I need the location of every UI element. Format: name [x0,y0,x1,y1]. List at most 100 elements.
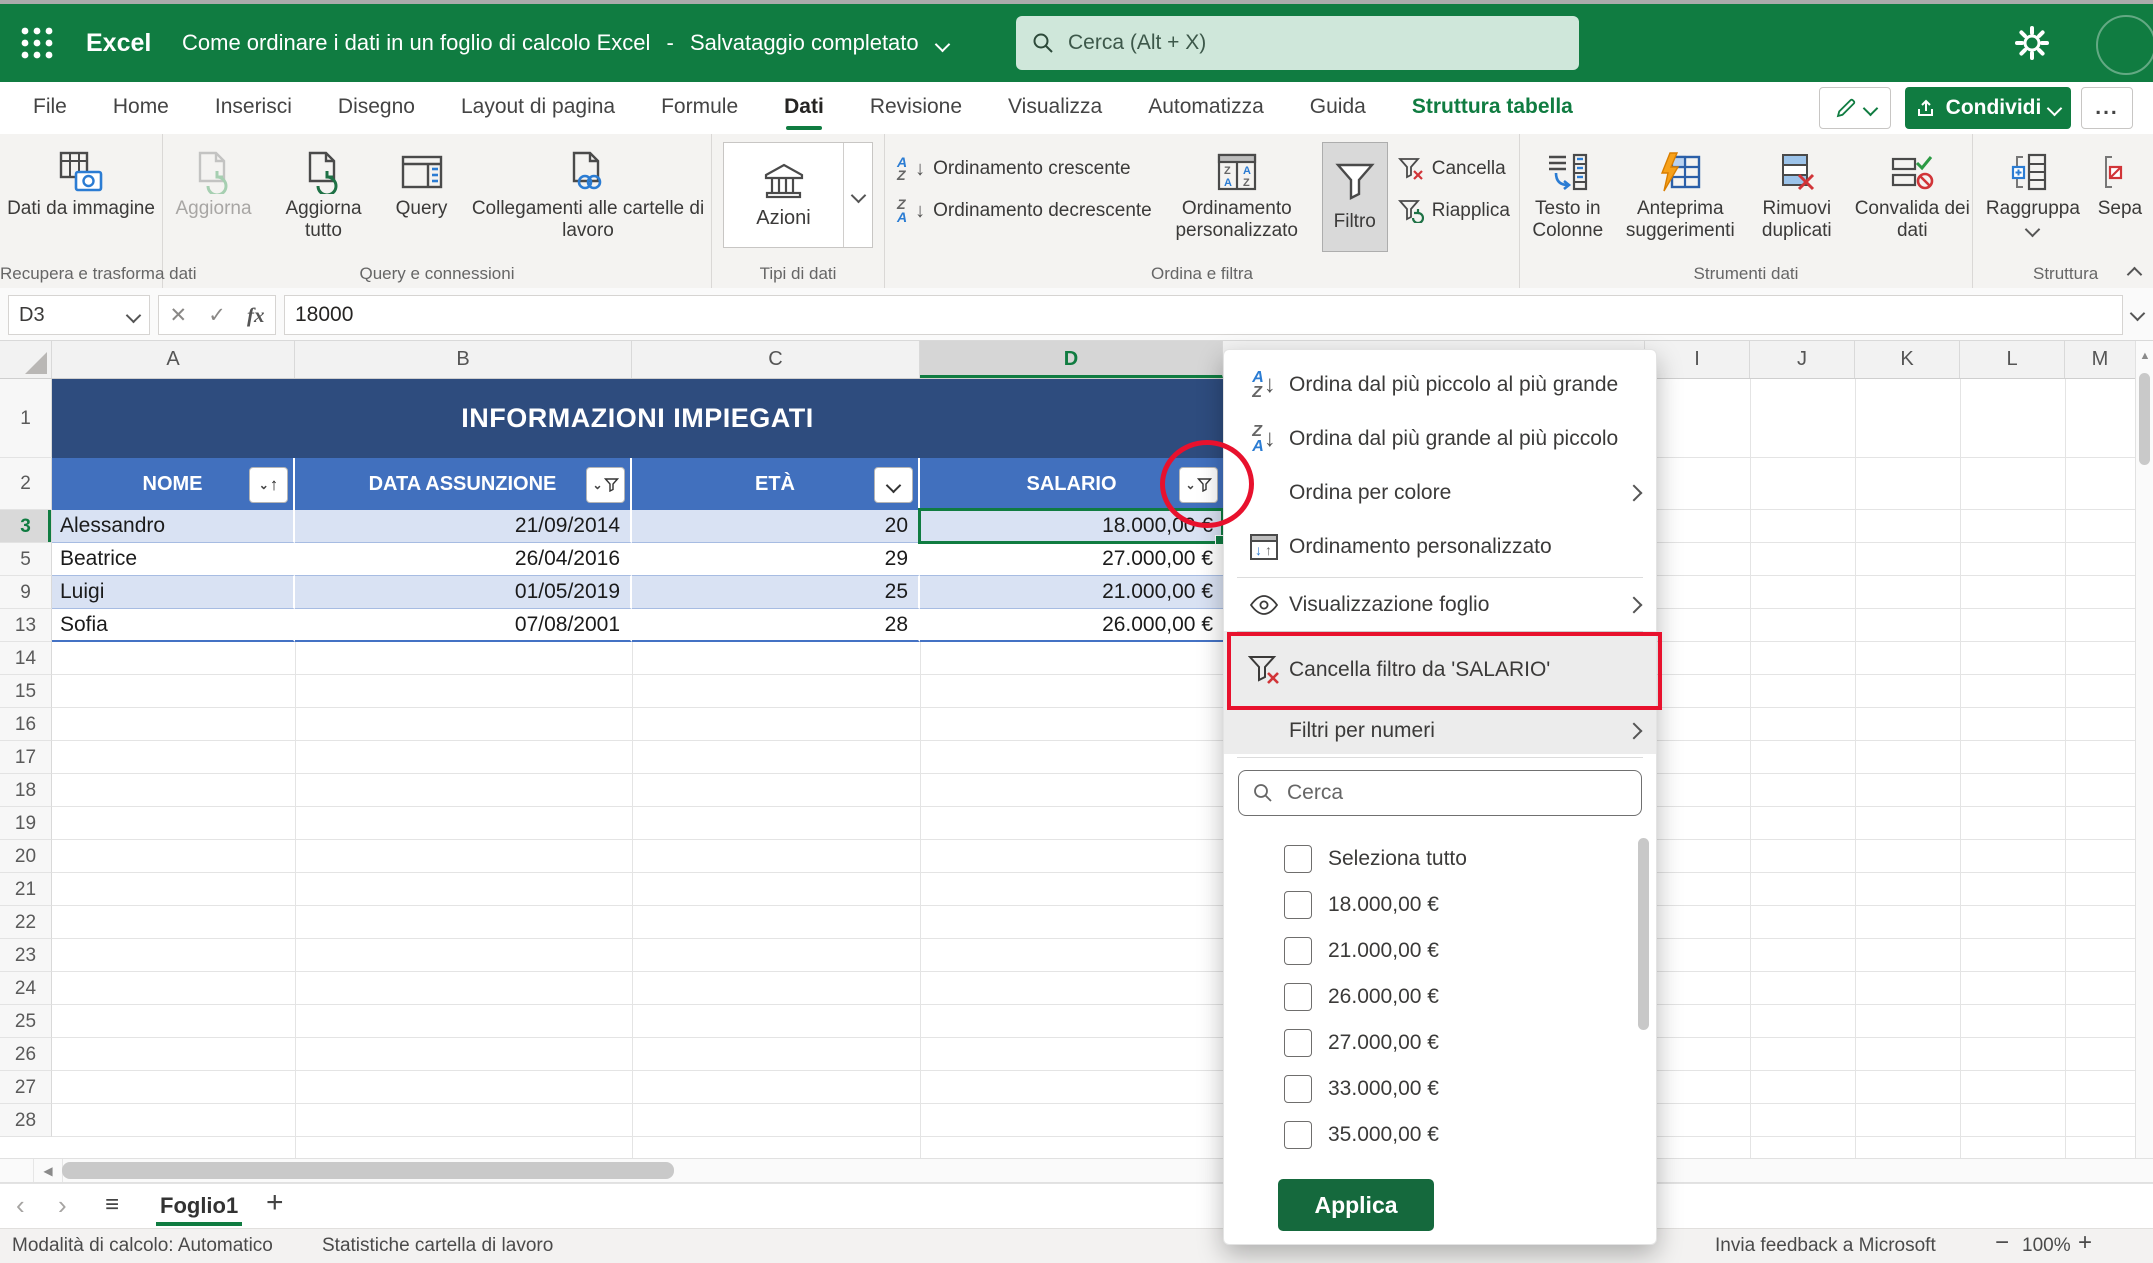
cell-a5[interactable]: Beatrice [52,543,295,576]
eta-filter-button[interactable] [874,467,913,503]
tab-file[interactable]: File [33,82,67,134]
name-box[interactable]: D3 [8,295,150,335]
row-header-18[interactable]: 18 [0,774,52,807]
scroll-up-icon[interactable]: ▲ [2136,345,2153,367]
row-header-24[interactable]: 24 [0,972,52,1005]
app-launcher-icon[interactable] [18,24,56,62]
aggiorna-tutto-button[interactable]: Aggiorna tutto [270,134,378,252]
filter-value-option[interactable]: 21.000,00 € [1224,928,1656,974]
filtro-button[interactable]: Filtro [1322,142,1388,252]
add-sheet-icon[interactable]: + [266,1186,284,1220]
tab-home[interactable]: Home [113,82,169,134]
row-header-25[interactable]: 25 [0,1005,52,1038]
row-header-3[interactable]: 3 [0,510,52,543]
tab-layout-di-pagina[interactable]: Layout di pagina [461,82,615,134]
row-header-21[interactable]: 21 [0,873,52,906]
dati-da-immagine-button[interactable]: Dati da immagine [7,134,155,252]
column-header-d[interactable]: D [920,341,1223,378]
raggruppa-button[interactable]: Raggruppa [1981,134,2085,252]
row-header-20[interactable]: 20 [0,840,52,873]
search-input[interactable] [1066,30,1563,56]
column-header-j[interactable]: J [1750,341,1855,378]
row-header-13[interactable]: 13 [0,609,52,642]
azioni-dropdown[interactable] [843,143,872,247]
list-scroll-thumb[interactable] [1638,838,1649,1030]
sheet-list-menu-icon[interactable]: ≡ [105,1191,119,1219]
apply-filter-button[interactable]: Applica [1278,1179,1434,1231]
column-header-k[interactable]: K [1855,341,1960,378]
select-all-corner[interactable] [0,341,52,378]
cell-c3[interactable]: 20 [632,510,920,543]
row-header-23[interactable]: 23 [0,939,52,972]
filter-value-option[interactable]: 26.000,00 € [1224,974,1656,1020]
row-header-9[interactable]: 9 [0,576,52,609]
filter-value-option[interactable]: 27.000,00 € [1224,1020,1656,1066]
row-header-14[interactable]: 14 [0,642,52,675]
document-title[interactable]: Come ordinare i dati in un foglio di cal… [182,4,948,82]
cell-b5[interactable]: 26/04/2016 [295,543,632,576]
rimuovi-duplicati-button[interactable]: Rimuovi duplicati [1745,134,1849,252]
tab-visualizza[interactable]: Visualizza [1008,82,1102,134]
checkbox[interactable] [1284,845,1312,873]
vertical-scroll-thumb[interactable] [2139,373,2150,465]
row-header-22[interactable]: 22 [0,906,52,939]
aggiorna-button[interactable]: Aggiorna [164,134,264,252]
tab-inserisci[interactable]: Inserisci [215,82,292,134]
insert-function-icon[interactable]: fx [247,303,265,328]
tab-dati[interactable]: Dati [784,82,824,134]
separa-button[interactable]: Sepa [2087,134,2153,252]
more-options-button[interactable]: ... [2081,87,2133,129]
row-header-27[interactable]: 27 [0,1071,52,1104]
cell-a13[interactable]: Sofia [52,609,295,642]
horizontal-scrollbar[interactable]: ◀ [0,1158,2153,1183]
zoom-level[interactable]: 100% [2022,1229,2071,1263]
column-header-c[interactable]: C [632,341,920,378]
sheet-tab-foglio1[interactable]: Foglio1 [160,1184,238,1228]
cell-a3[interactable]: Alessandro [52,510,295,543]
cell-c9[interactable]: 25 [632,576,920,609]
table-title-cell[interactable]: INFORMAZIONI IMPIEGATI [52,379,1223,458]
checkbox[interactable] [1284,1075,1312,1103]
share-button[interactable]: Condividi [1905,87,2071,129]
cell-d9[interactable]: 21.000,00 € [920,576,1223,609]
tab-guida[interactable]: Guida [1310,82,1366,134]
calc-mode-status[interactable]: Modalità di calcolo: Automatico [12,1229,273,1263]
cancel-entry-icon[interactable]: ✕ [170,303,188,328]
header-cell-eta[interactable]: ETÀ [632,458,920,510]
menu-item-sort-ascending[interactable]: AZ↓ Ordina dal più piccolo al più grande [1224,358,1656,412]
tab-automatizza[interactable]: Automatizza [1148,82,1264,134]
cell-a9[interactable]: Luigi [52,576,295,609]
filter-search-box[interactable] [1238,770,1642,816]
settings-gear-icon[interactable] [2014,25,2050,61]
next-sheet-icon[interactable]: › [58,1190,67,1221]
nome-filter-button[interactable]: ⌄↑ [249,467,288,503]
formula-input[interactable]: 18000 [284,295,2123,335]
tab-disegno[interactable]: Disegno [338,82,415,134]
menu-item-sort-descending[interactable]: ZA↓ Ordina dal più grande al più piccolo [1224,412,1656,466]
cell-c13[interactable]: 28 [632,609,920,642]
title-chevron-down-icon[interactable] [934,36,950,52]
cell-b13[interactable]: 07/08/2001 [295,609,632,642]
header-cell-data-assunzione[interactable]: DATA ASSUNZIONE ⌄ [295,458,632,510]
convalida-dati-button[interactable]: Convalida dei dati [1853,134,1972,252]
row-header-17[interactable]: 17 [0,741,52,774]
cell-d13[interactable]: 26.000,00 € [920,609,1223,642]
row-header-28[interactable]: 28 [0,1104,52,1137]
menu-item-custom-sort[interactable]: ↓ ↑ Ordinamento personalizzato [1224,520,1656,574]
menu-item-sheet-view[interactable]: Visualizzazione foglio [1224,581,1656,629]
tab-struttura-tabella[interactable]: Struttura tabella [1412,82,1573,134]
ordinamento-decrescente-button[interactable]: ZA↓ Ordinamento decrescente [897,190,1152,232]
feedback-link[interactable]: Invia feedback a Microsoft [1715,1229,1936,1263]
filter-select-all-option[interactable]: Seleziona tutto [1224,836,1656,882]
filter-value-option[interactable]: 35.000,00 € [1224,1112,1656,1158]
header-cell-nome[interactable]: NOME ⌄↑ [52,458,295,510]
row-header-19[interactable]: 19 [0,807,52,840]
confirm-entry-icon[interactable]: ✓ [208,303,226,328]
row-header-15[interactable]: 15 [0,675,52,708]
collegamenti-cartelle-button[interactable]: Collegamenti alle cartelle di lavoro [466,134,711,252]
row-header-26[interactable]: 26 [0,1038,52,1071]
workbook-stats-status[interactable]: Statistiche cartella di lavoro [322,1229,553,1263]
row-header-2[interactable]: 2 [0,458,52,510]
cell-c5[interactable]: 29 [632,543,920,576]
avatar[interactable] [2096,15,2153,75]
